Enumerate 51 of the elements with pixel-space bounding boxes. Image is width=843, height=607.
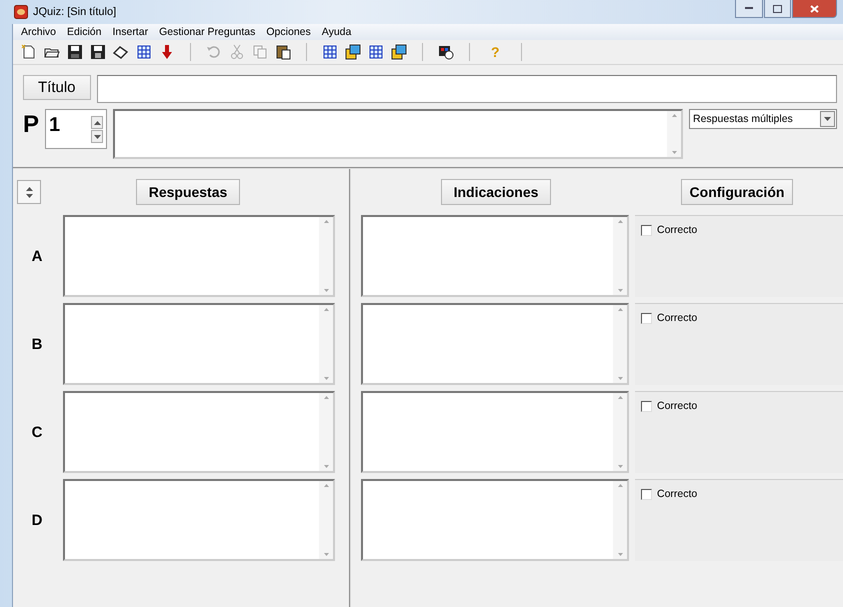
new-document-icon[interactable] <box>21 44 37 60</box>
answer-letter: A <box>30 248 44 264</box>
feedback-header-button[interactable]: Indicaciones <box>440 179 552 205</box>
correct-checkbox[interactable] <box>641 400 652 412</box>
grid-icon[interactable] <box>136 44 152 60</box>
window-title: JQuiz: [Sin título] <box>33 6 116 18</box>
answer-letter: C <box>30 424 44 440</box>
menu-item[interactable]: Insertar <box>112 26 148 38</box>
menu-item[interactable]: Ayuda <box>322 26 352 38</box>
maximize-icon <box>773 4 782 12</box>
question-type-dropdown[interactable]: Respuestas múltiples <box>689 109 837 129</box>
down-arrow-icon <box>824 117 831 121</box>
save-icon[interactable] <box>67 44 83 60</box>
export-icon[interactable] <box>438 44 454 60</box>
correct-checkbox[interactable] <box>641 312 652 324</box>
question-label: P <box>23 110 40 140</box>
reorder-button[interactable] <box>17 180 41 204</box>
down-arrow-icon <box>26 194 32 198</box>
correct-checkbox[interactable] <box>641 224 652 236</box>
close-button[interactable] <box>792 0 837 18</box>
correct-checkbox[interactable] <box>641 488 652 500</box>
maximize-button[interactable] <box>764 0 791 18</box>
answers-header-button[interactable]: Respuestas <box>136 179 240 205</box>
grid-icon[interactable] <box>368 44 384 60</box>
windows-icon[interactable] <box>391 44 407 60</box>
app-icon <box>14 5 28 19</box>
menu-item[interactable]: Opciones <box>266 26 311 38</box>
title-field[interactable] <box>96 75 837 103</box>
close-icon <box>810 4 819 12</box>
windows-icon[interactable] <box>345 44 361 60</box>
down-arrow-icon <box>94 134 101 138</box>
minimize-button[interactable] <box>735 0 763 18</box>
answer-letter: D <box>30 512 44 528</box>
clipboard-icon[interactable] <box>275 44 291 60</box>
minimize-icon <box>745 7 753 10</box>
correct-label: Correcto <box>657 400 698 412</box>
title-button[interactable]: Título <box>23 75 91 100</box>
menu-item[interactable]: Archivo <box>21 26 56 38</box>
question-number-spinner[interactable]: 1 <box>45 109 108 149</box>
menu-item[interactable]: Gestionar Preguntas <box>159 26 256 38</box>
correct-label: Correcto <box>657 224 698 236</box>
save-as-icon[interactable] <box>90 44 106 60</box>
answer-letter: B <box>30 336 44 352</box>
correct-label: Correcto <box>657 488 698 500</box>
menu-item[interactable]: Edición <box>67 26 102 38</box>
correct-label: Correcto <box>657 312 698 324</box>
down-arrow-icon[interactable] <box>159 44 175 60</box>
grid-icon[interactable] <box>322 44 338 60</box>
up-arrow-icon <box>94 120 101 124</box>
settings-header-button[interactable]: Configuración <box>680 179 794 205</box>
up-arrow-icon <box>26 186 32 190</box>
